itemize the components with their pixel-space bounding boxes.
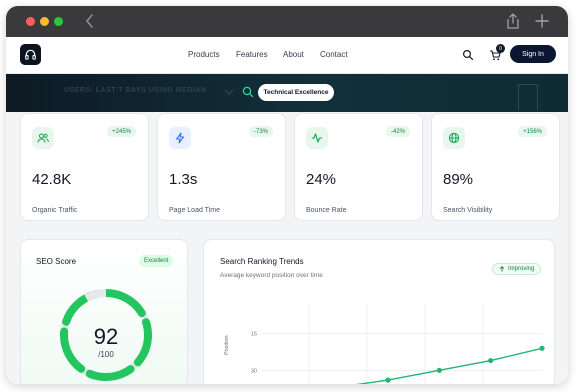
cart-count-badge: 0 [496, 44, 505, 53]
nav-link-contact[interactable]: Contact [320, 50, 348, 59]
users-icon [32, 127, 54, 149]
y-axis-label: Position [224, 335, 230, 355]
stat-change-badge: -42% [385, 126, 410, 137]
y-tick-label: 15 [251, 332, 257, 338]
data-point [436, 367, 442, 373]
chevron-down-icon [224, 89, 234, 96]
search-icon[interactable] [242, 86, 254, 98]
close-window-button[interactable] [26, 17, 35, 26]
stat-value: 24% [306, 171, 337, 188]
hero-background-text: USERS: LAST 7 DAYS USING MEDIAN [64, 87, 207, 94]
globe-icon [443, 127, 465, 149]
ranking-trends-card: Search Ranking Trends Average keyword po… [203, 239, 555, 384]
site-navbar: Products Features About Contact 0 Sign I… [6, 37, 568, 74]
stat-card-organic-traffic: +245% 42.8K Organic Traffic [20, 113, 149, 221]
ranking-line-chart: 15 30 Position [224, 303, 545, 384]
browser-window: Products Features About Contact 0 Sign I… [6, 6, 568, 384]
stat-change-badge: -73% [248, 126, 273, 137]
ranking-title: Search Ranking Trends [220, 257, 304, 266]
stat-label: Bounce Rate [306, 207, 347, 214]
stat-value: 89% [443, 171, 474, 188]
data-point [539, 345, 545, 351]
arrow-up-icon [499, 266, 505, 272]
stat-card-bounce-rate: -42% 24% Bounce Rate [294, 113, 423, 221]
seo-score-card: SEO Score Excellent 92 /100 [20, 239, 188, 384]
hero-banner: USERS: LAST 7 DAYS USING MEDIAN Technica… [6, 74, 568, 112]
hero-decoration [518, 84, 538, 110]
data-point [488, 357, 494, 364]
site-logo[interactable] [20, 44, 41, 65]
search-icon[interactable] [462, 49, 474, 61]
stat-card-page-load-time: -73% 1.3s Page Load Time [157, 113, 286, 221]
ranking-status-label: Improving [508, 266, 535, 272]
headphones-icon [25, 49, 36, 60]
plus-icon[interactable] [534, 12, 550, 30]
seo-score-value: 92 [93, 324, 119, 349]
stat-label: Organic Traffic [32, 207, 78, 214]
maximize-window-button[interactable] [54, 17, 63, 26]
ranking-subtitle: Average keyword position over time [220, 272, 323, 279]
seo-status-badge: Excellent [139, 255, 174, 267]
stat-value: 42.8K [32, 171, 72, 188]
share-icon[interactable] [505, 12, 521, 30]
lightning-icon [169, 127, 191, 149]
stat-change-badge: +245% [107, 126, 136, 137]
seo-score-title: SEO Score [36, 257, 77, 266]
y-tick-label: 30 [251, 368, 257, 374]
seo-score-max: /100 [98, 350, 114, 359]
data-point [385, 377, 391, 383]
sign-in-button[interactable]: Sign In [510, 45, 556, 63]
technical-excellence-button[interactable]: Technical Excellence [258, 84, 334, 101]
activity-icon [306, 127, 328, 149]
browser-titlebar [6, 6, 568, 37]
stat-value: 1.3s [169, 171, 198, 188]
minimize-window-button[interactable] [40, 17, 49, 26]
stat-label: Page Load Time [169, 207, 220, 214]
nav-link-features[interactable]: Features [236, 50, 268, 59]
ranking-status-badge: Improving [492, 263, 542, 275]
stat-change-badge: +156% [518, 126, 547, 137]
stat-label: Search Visibility [443, 207, 493, 214]
nav-link-about[interactable]: About [283, 50, 304, 59]
chevron-left-icon[interactable] [82, 12, 98, 30]
stat-card-search-visibility: +156% 89% Search Visibility [431, 113, 560, 221]
nav-link-products[interactable]: Products [188, 50, 220, 59]
